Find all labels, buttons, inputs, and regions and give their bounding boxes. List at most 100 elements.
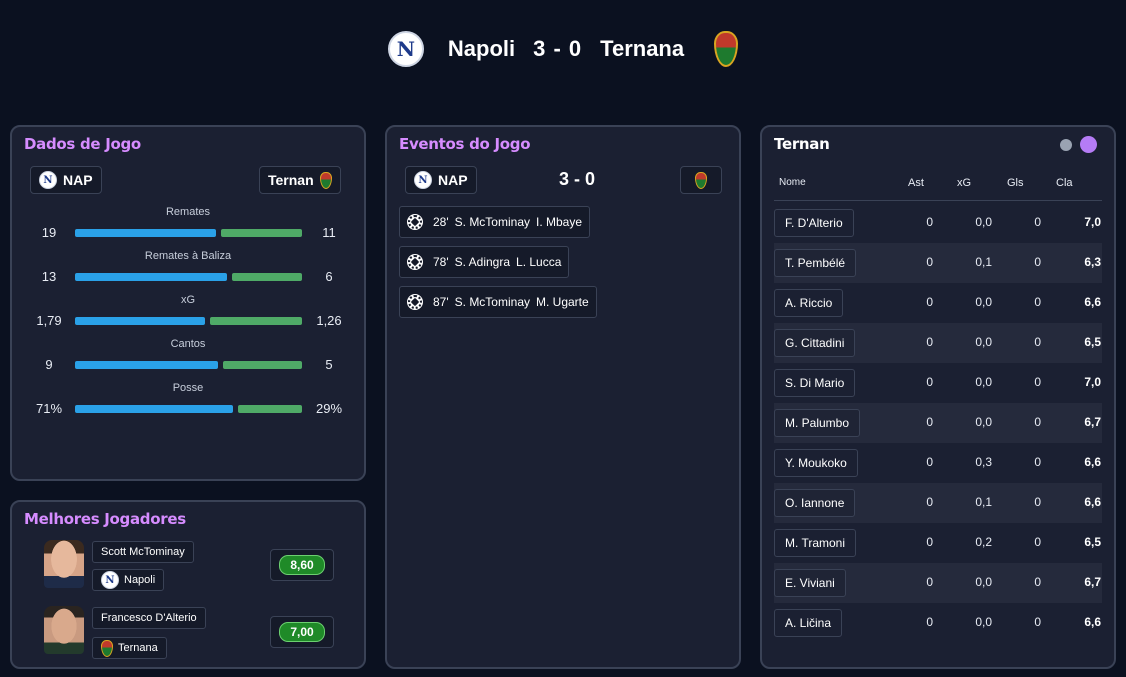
player-name-chip[interactable]: Scott McTominay xyxy=(92,541,194,563)
stat-label: Remates à Baliza xyxy=(144,250,232,262)
table-row[interactable]: T. Pembélé 0 0,1 0 6,3 xyxy=(774,243,1102,283)
ast-cell: 0 xyxy=(926,335,933,349)
team-players-panel: Ternan Nome Ast xG Gls Cla F. D'Alterio 0… xyxy=(760,125,1116,669)
table-header-divider xyxy=(774,200,1102,201)
player-avatar xyxy=(44,606,84,654)
event-assist: I. Mbaye xyxy=(536,215,583,229)
event-scorer: S. Adingra xyxy=(454,255,511,269)
stat-home-value: 13 xyxy=(41,269,57,284)
col-header-ast: Ast xyxy=(908,177,924,189)
event-assist: L. Lucca xyxy=(516,255,562,269)
match-events-title: Eventos do Jogo xyxy=(399,135,531,153)
rating-cell: 6,3 xyxy=(1084,255,1101,269)
rating-cell: 6,7 xyxy=(1084,575,1101,589)
rating-cell: 6,5 xyxy=(1084,535,1101,549)
ast-cell: 0 xyxy=(926,415,933,429)
stat-away-value: 29% xyxy=(315,401,343,416)
stat-away-bar xyxy=(232,273,302,281)
away-team-chip[interactable]: Ternan xyxy=(259,166,341,194)
ast-cell: 0 xyxy=(926,295,933,309)
player-name-cell[interactable]: A. Riccio xyxy=(774,289,844,317)
table-row[interactable]: Y. Moukoko 0 0,3 0 6,6 xyxy=(774,443,1102,483)
home-team-chip[interactable]: N NAP xyxy=(30,166,102,194)
table-row[interactable]: S. Di Mario 0 0,0 0 7,0 xyxy=(774,363,1102,403)
table-row[interactable]: M. Palumbo 0 0,0 0 6,7 xyxy=(774,403,1102,443)
table-row[interactable]: M. Tramoni 0 0,2 0 6,5 xyxy=(774,523,1102,563)
ast-cell: 0 xyxy=(926,615,933,629)
rating-cell: 6,6 xyxy=(1084,455,1101,469)
player-name-cell[interactable]: O. Iannone xyxy=(774,489,856,517)
stat-away-bar xyxy=(221,229,302,237)
player-rating: 7,00 xyxy=(270,616,334,648)
goals-cell: 0 xyxy=(1034,575,1041,589)
table-row[interactable]: A. Ličina 0 0,0 0 6,6 xyxy=(774,603,1102,643)
xg-cell: 0,1 xyxy=(975,495,992,509)
rating-cell: 6,7 xyxy=(1084,415,1101,429)
match-events-panel: Eventos do Jogo N NAP 3 - 0 28' S. McTomi… xyxy=(385,125,741,669)
event-minute: 78' xyxy=(433,255,449,269)
home-team-chip-label: NAP xyxy=(63,172,93,188)
goal-event[interactable]: 87' S. McTominay M. Ugarte xyxy=(399,286,597,318)
player-team: Ternana xyxy=(118,642,158,654)
away-team-chip-label: Ternan xyxy=(268,172,314,188)
player-name-cell[interactable]: M. Palumbo xyxy=(774,409,861,437)
xg-cell: 0,0 xyxy=(975,615,992,629)
stat-label: Remates xyxy=(165,206,211,218)
page-dot-inactive[interactable] xyxy=(1060,139,1072,151)
goals-cell: 0 xyxy=(1034,215,1041,229)
stat-home-value: 9 xyxy=(45,357,53,372)
rating-cell: 6,6 xyxy=(1084,295,1101,309)
goal-event[interactable]: 78' S. Adingra L. Lucca xyxy=(399,246,570,278)
table-row[interactable]: F. D'Alterio 0 0,0 0 7,0 xyxy=(774,203,1102,243)
xg-cell: 0,0 xyxy=(975,295,992,309)
table-row[interactable]: A. Riccio 0 0,0 0 6,6 xyxy=(774,283,1102,323)
player-team-chip[interactable]: N Napoli xyxy=(92,569,165,591)
goals-cell: 0 xyxy=(1034,615,1041,629)
player-rating-value: 8,60 xyxy=(279,555,325,575)
match-score: 3 - 0 xyxy=(533,36,583,61)
rating-cell: 7,0 xyxy=(1084,375,1101,389)
page-dot-active[interactable] xyxy=(1080,136,1097,153)
player-name: Scott McTominay xyxy=(101,546,185,558)
away-team-chip[interactable] xyxy=(680,166,722,194)
event-scorer: S. McTominay xyxy=(454,295,530,309)
stat-home-value: 71% xyxy=(35,401,63,416)
xg-cell: 0,0 xyxy=(975,335,992,349)
col-header-xg: xG xyxy=(957,177,972,189)
xg-cell: 0,1 xyxy=(975,255,992,269)
stat-home-value: 19 xyxy=(41,225,57,240)
stat-away-bar xyxy=(210,317,302,325)
player-name-cell[interactable]: F. D'Alterio xyxy=(774,209,854,237)
stat-home-bar xyxy=(75,273,227,281)
stat-label: Posse xyxy=(172,382,204,394)
player-name-cell[interactable]: T. Pembélé xyxy=(774,249,857,277)
rating-cell: 6,6 xyxy=(1084,615,1101,629)
player-name-cell[interactable]: G. Cittadini xyxy=(774,329,856,357)
best-players-panel: Melhores Jogadores Scott McTominay N Nap… xyxy=(10,500,366,669)
event-minute: 87' xyxy=(433,295,449,309)
stat-away-bar xyxy=(238,405,302,413)
player-name-cell[interactable]: S. Di Mario xyxy=(774,369,856,397)
home-team-chip[interactable]: N NAP xyxy=(405,166,477,194)
goal-event[interactable]: 28' S. McTominay I. Mbaye xyxy=(399,206,591,238)
table-row[interactable]: O. Iannone 0 0,1 0 6,6 xyxy=(774,483,1102,523)
ast-cell: 0 xyxy=(926,535,933,549)
player-name-cell[interactable]: M. Tramoni xyxy=(774,529,857,557)
football-icon xyxy=(407,214,423,230)
event-minute: 28' xyxy=(433,215,449,229)
event-assist: M. Ugarte xyxy=(536,295,589,309)
napoli-crest-icon: N xyxy=(101,571,119,589)
player-name-cell[interactable]: Y. Moukoko xyxy=(774,449,858,477)
ast-cell: 0 xyxy=(926,375,933,389)
player-team-chip[interactable]: Ternana xyxy=(92,637,167,659)
ast-cell: 0 xyxy=(926,215,933,229)
col-header-name: Nome xyxy=(779,177,806,188)
player-name-cell[interactable]: E. Viviani xyxy=(774,569,846,597)
table-row[interactable]: E. Viviani 0 0,0 0 6,7 xyxy=(774,563,1102,603)
table-row[interactable]: G. Cittadini 0 0,0 0 6,5 xyxy=(774,323,1102,363)
player-name-cell[interactable]: A. Ličina xyxy=(774,609,843,637)
col-header-cla: Cla xyxy=(1056,177,1073,189)
player-avatar xyxy=(44,540,84,588)
player-name-chip[interactable]: Francesco D'Alterio xyxy=(92,607,206,629)
stat-home-bar xyxy=(75,405,233,413)
